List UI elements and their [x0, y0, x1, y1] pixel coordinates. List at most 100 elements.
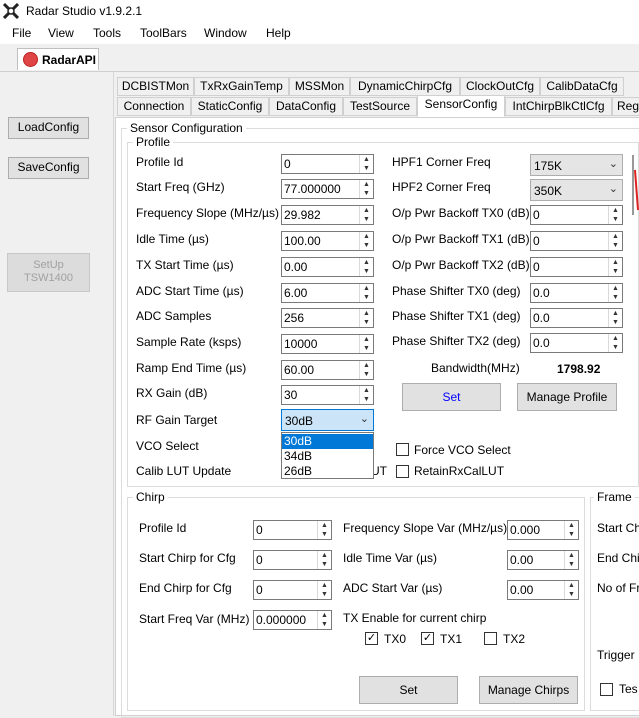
doc-tab-label: RadarAPI: [42, 53, 97, 67]
spin-arrows-icon[interactable]: ▲ ▼: [359, 258, 373, 276]
retain-rx-cal-lut-checkbox[interactable]: [396, 465, 409, 478]
doc-tab-radarapi[interactable]: RadarAPI: [17, 48, 99, 70]
spin-arrows-icon[interactable]: ▲ ▼: [608, 232, 622, 250]
start-freq-var-input[interactable]: 0.000000 ▲ ▼: [253, 610, 332, 630]
spin-arrows-icon[interactable]: ▲ ▼: [608, 206, 622, 224]
spin-arrows-icon[interactable]: ▲ ▼: [359, 386, 373, 404]
save-config-button[interactable]: SaveConfig: [8, 157, 89, 179]
menu-tools[interactable]: Tools: [93, 26, 121, 40]
manage-profile-button[interactable]: Manage Profile: [517, 383, 617, 411]
adc-start-time-input[interactable]: 6.00 ▲ ▼: [281, 283, 374, 303]
force-vco-checkbox[interactable]: [396, 443, 409, 456]
pwr-backoff-tx0-input[interactable]: 0 ▲ ▼: [530, 205, 623, 225]
rf-gain-option-34db[interactable]: 34dB: [282, 449, 373, 464]
menu-help[interactable]: Help: [266, 26, 291, 40]
profile-set-button[interactable]: Set: [402, 383, 501, 411]
phase-shifter-tx0-input[interactable]: 0.0 ▲ ▼: [530, 283, 623, 303]
spin-arrows-icon[interactable]: ▲ ▼: [608, 258, 622, 276]
spin-arrows-icon[interactable]: ▲ ▼: [359, 180, 373, 198]
tab-sensorconfig[interactable]: SensorConfig: [417, 95, 505, 117]
hpf2-label: HPF2 Corner Freq: [392, 180, 491, 194]
freq-slope-input[interactable]: 29.982 ▲ ▼: [281, 205, 374, 225]
tab-txrxgaintemp[interactable]: TxRxGainTemp: [194, 77, 289, 96]
profile-title: Profile: [133, 135, 174, 149]
idle-time-label: Idle Time (µs): [136, 232, 209, 246]
freq-slope-var-label: Frequency Slope Var (MHz/µs): [343, 521, 508, 535]
tab-dynamicchirpcfg[interactable]: DynamicChirpCfg: [350, 77, 460, 96]
pwr-backoff-tx2-input[interactable]: 0 ▲ ▼: [530, 257, 623, 277]
tx0-checkbox[interactable]: ✓: [365, 632, 378, 645]
profile-id-input[interactable]: 0 ▲ ▼: [281, 154, 374, 174]
tx-start-time-input[interactable]: 0.00 ▲ ▼: [281, 257, 374, 277]
spin-arrows-icon[interactable]: ▲ ▼: [317, 581, 331, 599]
tab-mssmon[interactable]: MSSMon: [289, 77, 350, 96]
calib-lut-update-label: Calib LUT Update: [136, 464, 232, 478]
tx2-checkbox[interactable]: [484, 632, 497, 645]
spin-arrows-icon[interactable]: ▲ ▼: [564, 551, 578, 569]
menu-view[interactable]: View: [48, 26, 74, 40]
spin-arrows-icon[interactable]: ▲ ▼: [359, 284, 373, 302]
start-freq-label: Start Freq (GHz): [136, 180, 225, 194]
end-chirp-cfg-input[interactable]: 0 ▲ ▼: [253, 580, 332, 600]
tab-staticconfig[interactable]: StaticConfig: [191, 97, 269, 116]
phase-shifter-tx2-input[interactable]: 0.0 ▲ ▼: [530, 333, 623, 353]
adc-start-var-input[interactable]: 0.00 ▲ ▼: [507, 580, 579, 600]
tab-dataconfig[interactable]: DataConfig: [269, 97, 343, 116]
tab-intchirpblkctlcfg[interactable]: IntChirpBlkCtlCfg: [505, 97, 612, 116]
vco-select-label: VCO Select: [136, 439, 199, 453]
start-chirp-cfg-input[interactable]: 0 ▲ ▼: [253, 550, 332, 570]
tx1-label: TX1: [440, 632, 463, 646]
frame-test-checkbox[interactable]: [600, 683, 613, 696]
start-freq-input[interactable]: 77.000000 ▲ ▼: [281, 179, 374, 199]
tab-reg[interactable]: Reg: [612, 97, 639, 116]
manage-chirps-button[interactable]: Manage Chirps: [479, 676, 578, 704]
ramp-end-time-label: Ramp End Time (µs): [136, 361, 247, 375]
rf-gain-option-30db[interactable]: 30dB: [282, 434, 373, 449]
rx-gain-input[interactable]: 30 ▲ ▼: [281, 385, 374, 405]
tab-clockoutcfg[interactable]: ClockOutCfg: [460, 77, 540, 96]
sample-rate-input[interactable]: 10000 ▲ ▼: [281, 334, 374, 354]
spin-arrows-icon[interactable]: ▲ ▼: [317, 611, 331, 629]
freq-slope-var-input[interactable]: 0.000 ▲ ▼: [507, 520, 579, 540]
spin-arrows-icon[interactable]: ▲ ▼: [608, 284, 622, 302]
rf-gain-option-26db[interactable]: 26dB: [282, 464, 373, 479]
setup-tsw1400-button: SetUp TSW1400: [7, 253, 90, 292]
spin-arrows-icon[interactable]: ▲ ▼: [608, 334, 622, 352]
spin-arrows-icon[interactable]: ▲ ▼: [359, 232, 373, 250]
spin-arrows-icon[interactable]: ▲ ▼: [608, 309, 622, 327]
spin-arrows-icon[interactable]: ▲ ▼: [359, 206, 373, 224]
phase-shifter-tx1-input[interactable]: 0.0 ▲ ▼: [530, 308, 623, 328]
ramp-end-time-input[interactable]: 60.00 ▲ ▼: [281, 360, 374, 380]
chirp-profile-id-input[interactable]: 0 ▲ ▼: [253, 520, 332, 540]
spin-arrows-icon[interactable]: ▲ ▼: [359, 335, 373, 353]
end-chirp-cfg-label: End Chirp for Cfg: [139, 581, 232, 595]
chirp-set-button[interactable]: Set: [359, 676, 458, 704]
frame-no-of-frames-label: No of Fr: [597, 581, 639, 595]
tab-dcbistmon[interactable]: DCBISTMon: [117, 77, 194, 96]
load-config-button[interactable]: LoadConfig: [8, 117, 89, 139]
tx1-checkbox[interactable]: ✓: [421, 632, 434, 645]
retain-rx-cal-lut-label: RetainRxCalLUT: [414, 464, 505, 478]
rf-gain-target-select[interactable]: 30dB ⌄: [281, 409, 374, 431]
spin-arrows-icon[interactable]: ▲ ▼: [359, 361, 373, 379]
adc-samples-input[interactable]: 256 ▲ ▼: [281, 308, 374, 328]
idle-time-input[interactable]: 100.00 ▲ ▼: [281, 231, 374, 251]
tab-calibdatacfg[interactable]: CalibDataCfg: [540, 77, 624, 96]
pwr-backoff-tx1-input[interactable]: 0 ▲ ▼: [530, 231, 623, 251]
spin-arrows-icon[interactable]: ▲ ▼: [359, 309, 373, 327]
spin-arrows-icon[interactable]: ▲ ▼: [564, 581, 578, 599]
chirp-title: Chirp: [133, 490, 168, 504]
spin-arrows-icon[interactable]: ▲ ▼: [564, 521, 578, 539]
menu-window[interactable]: Window: [204, 26, 247, 40]
spin-arrows-icon[interactable]: ▲ ▼: [317, 551, 331, 569]
idle-time-var-input[interactable]: 0.00 ▲ ▼: [507, 550, 579, 570]
menu-toolbars[interactable]: ToolBars: [140, 26, 187, 40]
hpf2-select[interactable]: 350K ⌄: [530, 179, 623, 201]
force-vco-label: Force VCO Select: [414, 443, 511, 457]
hpf1-select[interactable]: 175K ⌄: [530, 154, 623, 176]
spin-arrows-icon[interactable]: ▲ ▼: [359, 155, 373, 173]
spin-arrows-icon[interactable]: ▲ ▼: [317, 521, 331, 539]
tab-connection[interactable]: Connection: [117, 97, 191, 116]
tab-testsource[interactable]: TestSource: [343, 97, 417, 116]
menu-file[interactable]: File: [12, 26, 31, 40]
